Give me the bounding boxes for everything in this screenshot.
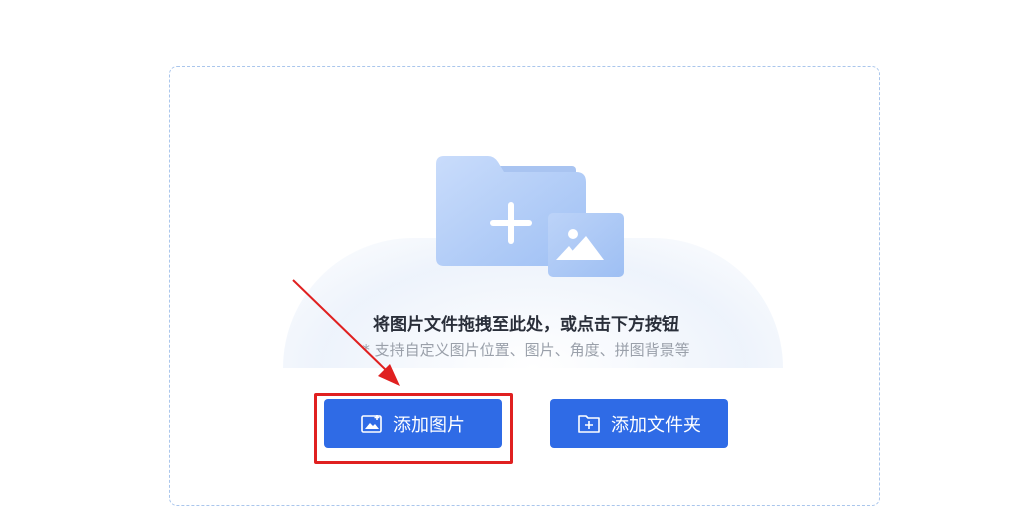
red-arrow-icon (292, 279, 400, 386)
dropzone-subline: * 支持自定义图片位置、图片、角度、拼图背景等 (362, 341, 690, 359)
folder-add-image-illustration (436, 156, 624, 277)
folder-plus-icon (578, 414, 600, 433)
add-folder-button[interactable]: 添加文件夹 (550, 399, 728, 448)
highlight-box (314, 393, 513, 464)
dropzone-headline: 将图片文件拖拽至此处，或点击下方按钮 (373, 315, 679, 335)
add-folder-label: 添加文件夹 (611, 414, 701, 436)
